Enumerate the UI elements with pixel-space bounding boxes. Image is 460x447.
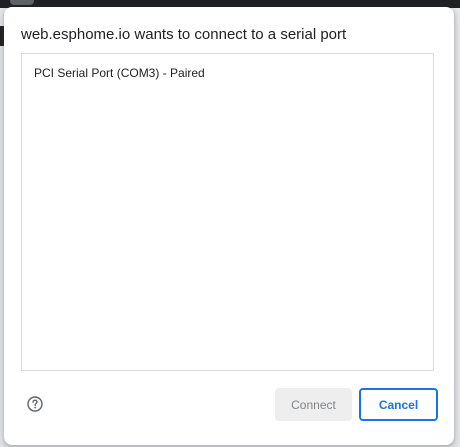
serial-port-item-label: PCI Serial Port (COM3) - Paired	[34, 66, 205, 80]
cancel-button[interactable]: Cancel	[359, 388, 438, 421]
browser-tab-edge	[10, 0, 34, 5]
serial-port-item[interactable]: PCI Serial Port (COM3) - Paired	[22, 62, 433, 84]
help-icon[interactable]	[27, 396, 43, 412]
dialog-title: web.esphome.io wants to connect to a ser…	[21, 26, 347, 43]
serial-port-list[interactable]: PCI Serial Port (COM3) - Paired	[21, 53, 434, 371]
help-circle-icon	[27, 396, 43, 412]
serial-port-chooser-dialog: web.esphome.io wants to connect to a ser…	[4, 7, 454, 445]
connect-button[interactable]: Connect	[275, 388, 352, 421]
